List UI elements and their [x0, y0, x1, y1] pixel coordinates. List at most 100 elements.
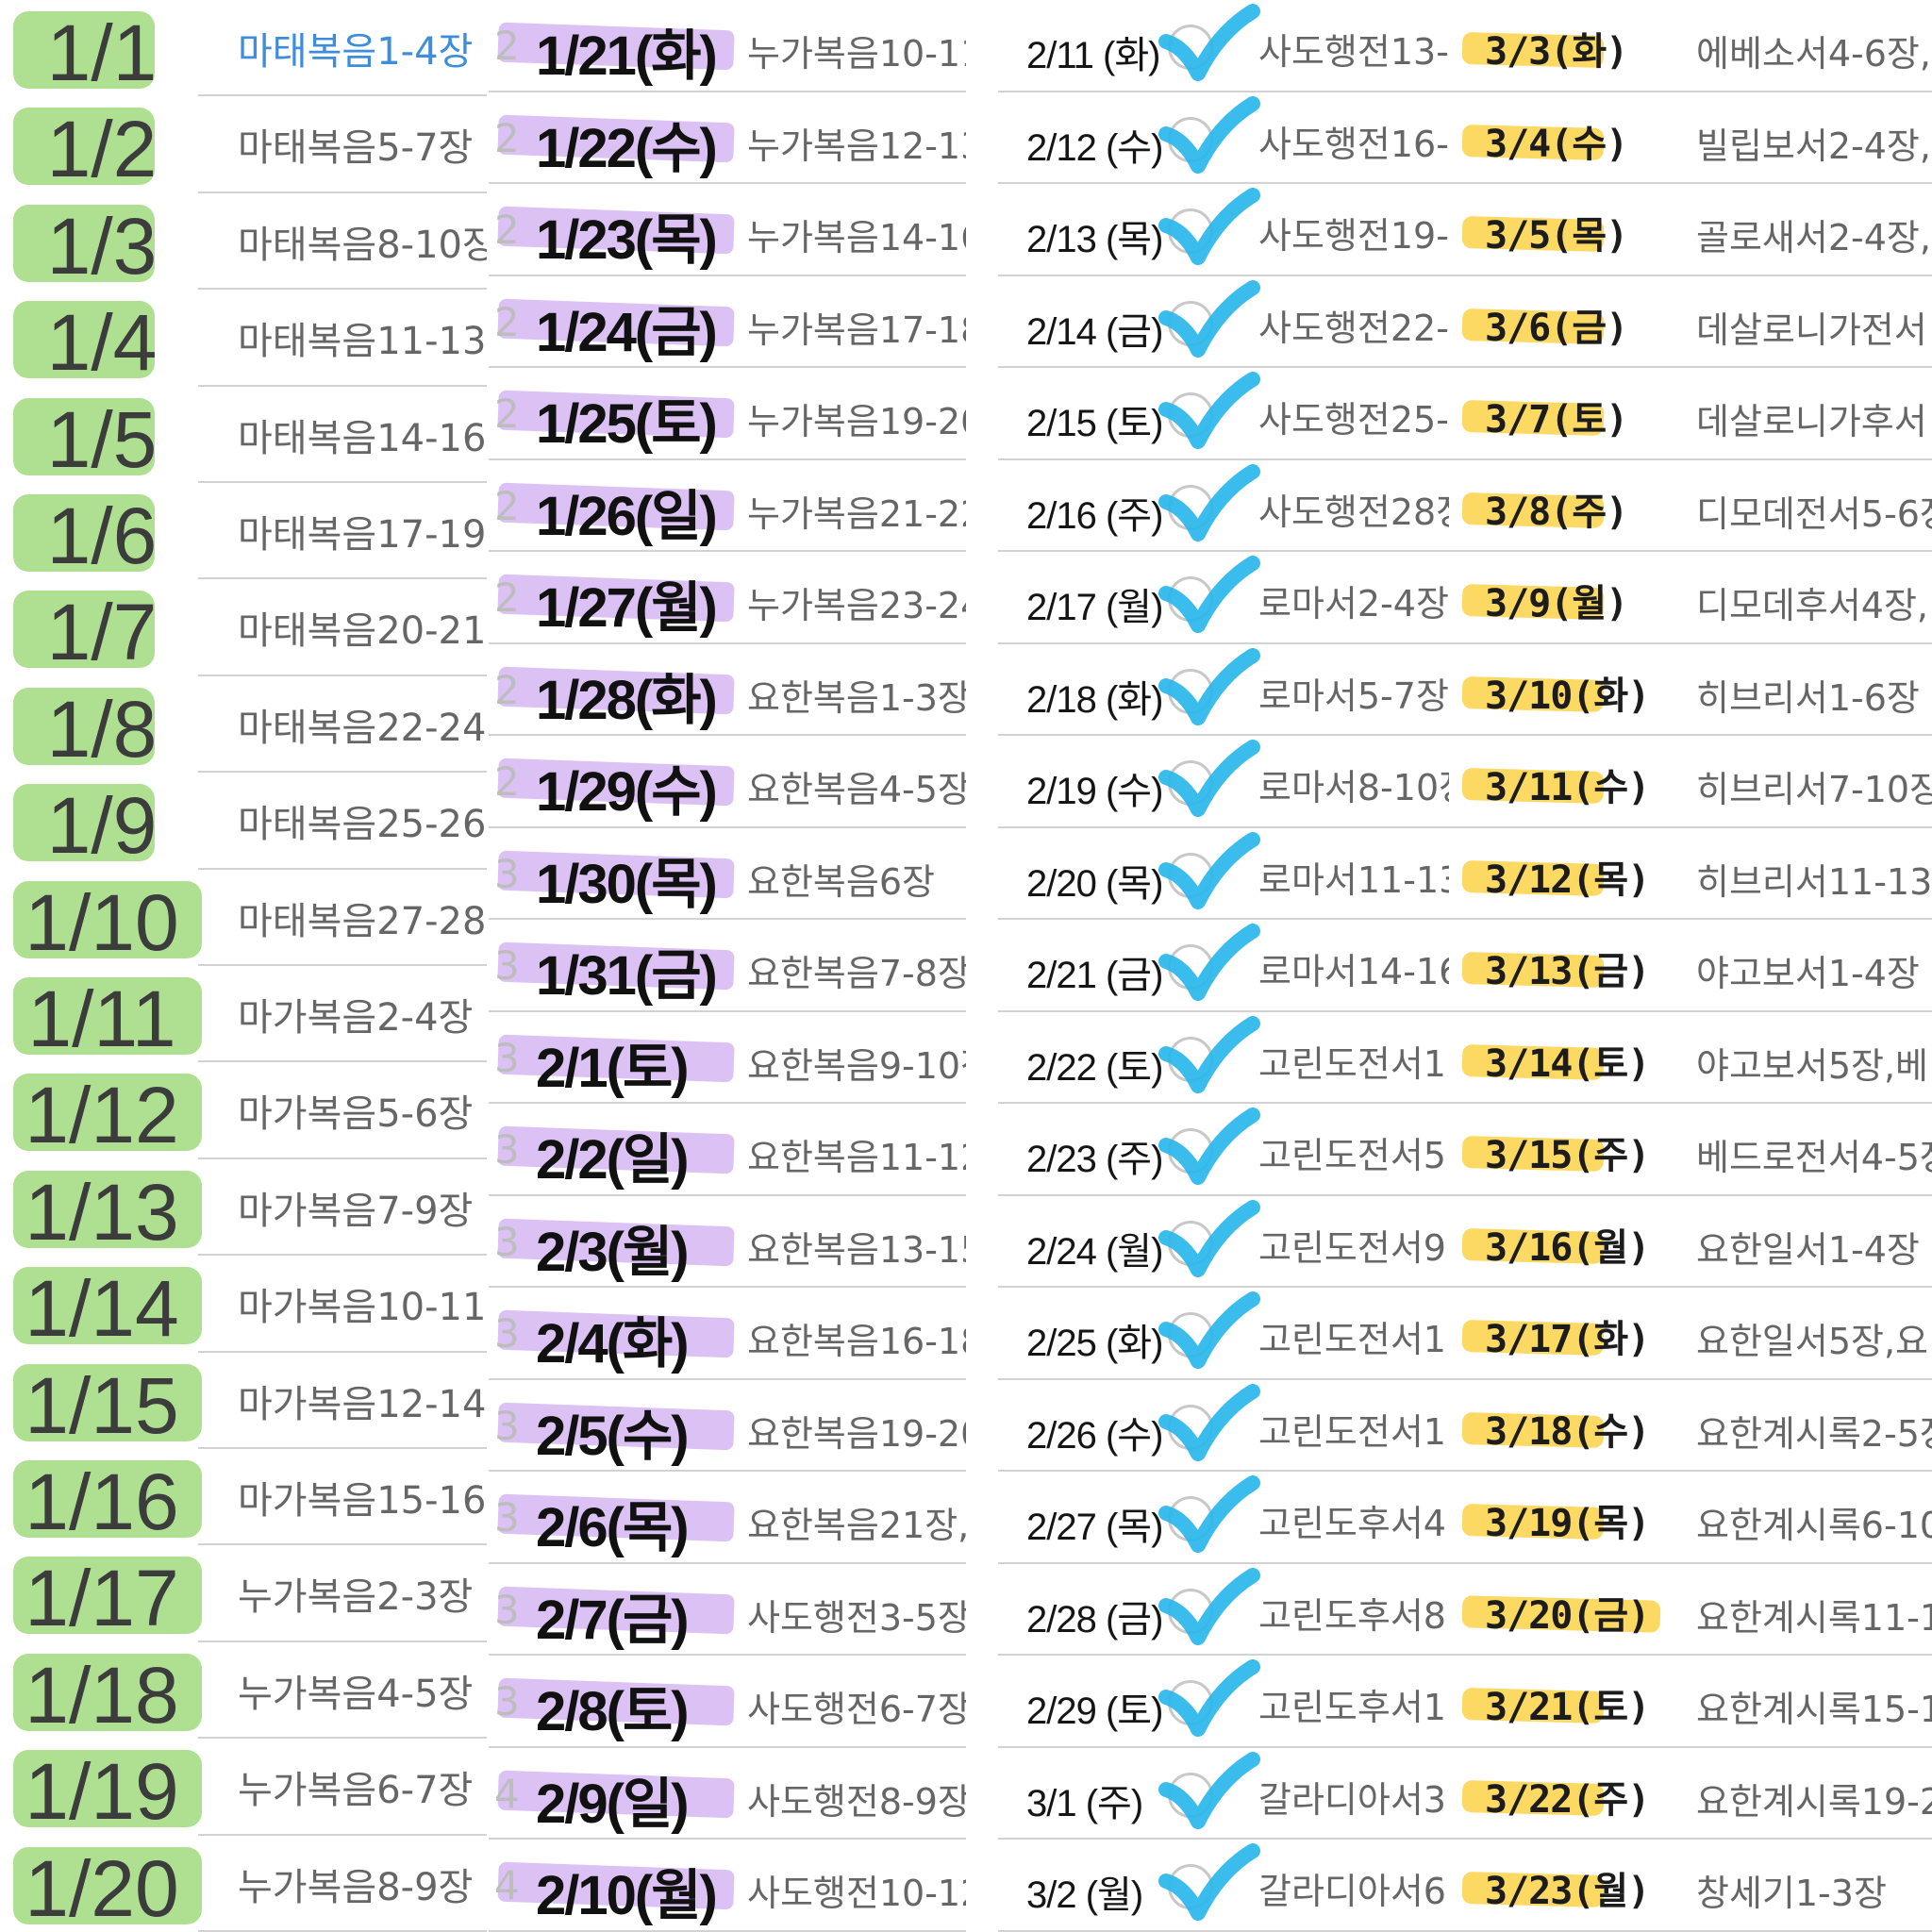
list-item[interactable]: 3 2/5(수) 요한복음19-20 — [489, 1380, 966, 1473]
list-item[interactable]: 1/14 마가복음10-11 — [0, 1256, 487, 1353]
list-item[interactable]: 2 1/27(월) 누가복음23-24 — [489, 552, 966, 644]
list-item[interactable]: 2/29 (토) 고린도후서1 — [998, 1656, 1449, 1748]
list-item[interactable]: 3/12(목) 히브리서11-13 — [1449, 828, 1932, 921]
list-item[interactable]: 2/14 (금) 사도행전22- — [998, 276, 1449, 369]
list-item[interactable]: 2/25 (화) 고린도전서1 — [998, 1288, 1449, 1380]
list-item[interactable]: 3 2/7(금) 사도행전3-5장 — [489, 1564, 966, 1657]
list-item[interactable]: 3 1/30(목) 요한복음6장 — [489, 828, 966, 921]
list-item[interactable]: 3/18(수) 요한계시록2-5장 — [1449, 1380, 1932, 1473]
list-item[interactable]: 3/15(주) 베드로전서4-5장 — [1449, 1104, 1932, 1196]
list-item[interactable]: 1/9 마태복음25-26 — [0, 773, 487, 870]
list-item[interactable]: 1/18 누가복음4-5장 — [0, 1642, 487, 1740]
list-item[interactable]: 3/4(수) 빌립보서2-4장, — [1449, 92, 1932, 185]
list-item[interactable]: 1/2 마태복음5-7장 — [0, 96, 487, 193]
reading-passage: 누가복음19-20 — [747, 401, 966, 443]
list-item[interactable]: 3/7(토) 데살로니가후서 — [1449, 368, 1932, 460]
list-item[interactable]: 3 1/31(금) 요한복음7-8장 — [489, 920, 966, 1012]
reading-passage: 마가복음15-16 — [238, 1479, 487, 1523]
reading-date: 1/11 — [27, 974, 176, 1063]
list-item[interactable]: 2/21 (금) 로마서14-16 — [998, 920, 1449, 1012]
reading-passage: 요한복음7-8장 — [747, 953, 966, 995]
list-item[interactable]: 1/10 마태복음27-28 — [0, 870, 487, 967]
list-item[interactable]: 3 2/4(화) 요한복음16-18 — [489, 1288, 966, 1380]
list-item[interactable]: 3/16(월) 요한일서1-4장 — [1449, 1196, 1932, 1289]
list-item[interactable]: 3/23(월) 창세기1-3장 — [1449, 1840, 1932, 1932]
faded-day-number: 3 — [494, 1678, 520, 1725]
list-item[interactable]: 2 1/21(화) 누가복음10-11 — [489, 0, 966, 92]
list-item[interactable]: 2/17 (월) 로마서2-4장 — [998, 552, 1449, 644]
list-item[interactable]: 3/19(목) 요한계시록6-10 — [1449, 1472, 1932, 1564]
list-item[interactable]: 2/26 (수) 고린도전서1 — [998, 1380, 1449, 1473]
list-item[interactable]: 2/11 (화) 사도행전13- — [998, 0, 1449, 92]
list-item[interactable]: 1/4 마태복음11-13 — [0, 290, 487, 388]
list-item[interactable]: 1/3 마태복음8-10장 — [0, 193, 487, 291]
reading-date: 1/4 — [46, 298, 158, 388]
list-item[interactable]: 2/13 (목) 사도행전19- — [998, 184, 1449, 276]
list-item[interactable]: 2 1/26(일) 누가복음21-22 — [489, 460, 966, 553]
reading-passage: 사도행전3-5장 — [747, 1596, 966, 1639]
list-item[interactable]: 3/13(금) 야고보서1-4장 — [1449, 920, 1932, 1012]
reading-date: 1/23(목) — [536, 209, 718, 272]
list-item[interactable]: 1/6 마태복음17-19 — [0, 483, 487, 580]
list-item[interactable]: 1/1 마태복음1-4장 — [0, 0, 487, 97]
list-item[interactable]: 2 1/25(토) 누가복음19-20 — [489, 368, 966, 460]
list-item[interactable]: 2/18 (화) 로마서5-7장 — [998, 644, 1449, 737]
list-item[interactable]: 4 2/10(월) 사도행전10-12 — [489, 1840, 966, 1932]
list-item[interactable]: 2/12 (수) 사도행전16- — [998, 92, 1449, 185]
list-item[interactable]: 1/19 누가복음6-7장 — [0, 1739, 487, 1836]
list-item[interactable]: 1/13 마가복음7-9장 — [0, 1159, 487, 1257]
list-item[interactable]: 1/7 마태복음20-21 — [0, 579, 487, 676]
list-item[interactable]: 3/1 (주) 갈라디아서3 — [998, 1748, 1449, 1840]
list-item[interactable]: 3/5(목) 골로새서2-4장, — [1449, 184, 1932, 276]
list-item[interactable]: 3 2/1(토) 요한복음9-10장 — [489, 1012, 966, 1105]
list-item[interactable]: 1/17 누가복음2-3장 — [0, 1545, 487, 1642]
list-item[interactable]: 3 2/3(월) 요한복음13-15 — [489, 1196, 966, 1289]
list-item[interactable]: 3/8(주) 디모데전서5-6장 — [1449, 460, 1932, 553]
list-item[interactable]: 1/16 마가복음15-16 — [0, 1449, 487, 1546]
list-item[interactable]: 2 1/24(금) 누가복음17-18 — [489, 276, 966, 369]
reading-passage: 사도행전8-9장 — [747, 1780, 966, 1823]
list-item[interactable]: 2/27 (목) 고린도후서4 — [998, 1472, 1449, 1564]
reading-date: 3/8(주) — [1485, 490, 1628, 534]
reading-passage: 베드로전서4-5장 — [1696, 1137, 1932, 1179]
list-item[interactable]: 1/11 마가복음2-4장 — [0, 966, 487, 1063]
list-item[interactable]: 2/28 (금) 고린도후서8 — [998, 1564, 1449, 1657]
list-item[interactable]: 3/17(화) 요한일서5장,요 — [1449, 1288, 1932, 1380]
list-item[interactable]: 2/23 (주) 고린도전서5 — [998, 1104, 1449, 1196]
list-item[interactable]: 2 1/23(목) 누가복음14-16 — [489, 184, 966, 276]
list-item[interactable]: 2/20 (목) 로마서11-13 — [998, 828, 1449, 921]
reading-passage: 마가복음10-11 — [238, 1286, 487, 1330]
list-item[interactable]: 3 2/6(목) 요한복음21장, — [489, 1472, 966, 1564]
list-item[interactable]: 3/3(화) 에베소서4-6장, — [1449, 0, 1932, 92]
list-item[interactable]: 3/20(금) 요한계시록11-1 — [1449, 1564, 1932, 1657]
list-item[interactable]: 3 2/2(일) 요한복음11-12 — [489, 1104, 966, 1196]
list-item[interactable]: 3/14(토) 야고보서5장,베 — [1449, 1012, 1932, 1105]
list-item[interactable]: 2/19 (수) 로마서8-10장 — [998, 736, 1449, 828]
list-item[interactable]: 2 1/22(수) 누가복음12-13 — [489, 92, 966, 185]
list-item[interactable]: 1/12 마가복음5-6장 — [0, 1062, 487, 1159]
reading-passage: 마태복음17-19 — [238, 513, 487, 557]
list-item[interactable]: 3/11(수) 히브리서7-10장 — [1449, 736, 1932, 828]
list-item[interactable]: 2 1/28(화) 요한복음1-3장 — [489, 644, 966, 737]
list-item[interactable]: 3/9(월) 디모데후서4장, — [1449, 552, 1932, 644]
list-item[interactable]: 3 2/8(토) 사도행전6-7장 — [489, 1656, 966, 1748]
list-item[interactable]: 1/5 마태복음14-16 — [0, 387, 487, 484]
list-item[interactable]: 3/22(주) 요한계시록19-2 — [1449, 1748, 1932, 1840]
reading-passage: 요한복음11-12 — [747, 1137, 966, 1179]
list-item[interactable]: 3/6(금) 데살로니가전서 — [1449, 276, 1932, 369]
list-item[interactable]: 3/10(화) 히브리서1-6장 — [1449, 644, 1932, 737]
reading-passage: 사도행전6-7장 — [747, 1689, 966, 1731]
faded-day-number: 2 — [494, 23, 520, 69]
list-item[interactable]: 2/16 (주) 사도행전28장 — [998, 460, 1449, 553]
list-item[interactable]: 2/15 (토) 사도행전25- — [998, 368, 1449, 460]
reading-date: 3/17(화) — [1485, 1318, 1650, 1362]
list-item[interactable]: 1/15 마가복음12-14 — [0, 1353, 487, 1450]
list-item[interactable]: 4 2/9(일) 사도행전8-9장 — [489, 1748, 966, 1840]
list-item[interactable]: 1/20 누가복음8-9장 — [0, 1836, 487, 1932]
list-item[interactable]: 3/21(토) 요한계시록15-1 — [1449, 1656, 1932, 1748]
list-item[interactable]: 2/22 (토) 고린도전서1 — [998, 1012, 1449, 1105]
list-item[interactable]: 2 1/29(수) 요한복음4-5장 — [489, 736, 966, 828]
list-item[interactable]: 2/24 (월) 고린도전서9 — [998, 1196, 1449, 1289]
list-item[interactable]: 1/8 마태복음22-24 — [0, 676, 487, 774]
list-item[interactable]: 3/2 (월) 갈라디아서6 — [998, 1840, 1449, 1932]
